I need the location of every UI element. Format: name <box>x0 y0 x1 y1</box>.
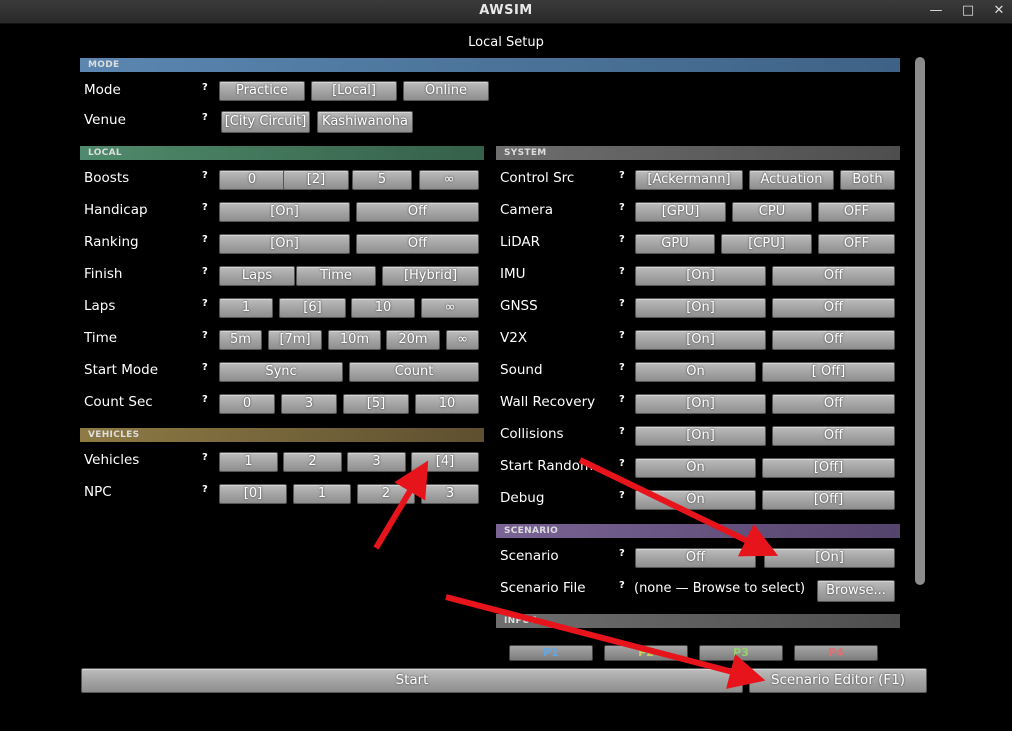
arrow-to-scenario-on <box>578 457 779 557</box>
arrow-to-vehicles <box>373 460 429 550</box>
arrow-to-scenario-editor <box>445 594 766 689</box>
annotation-arrows <box>373 457 779 689</box>
